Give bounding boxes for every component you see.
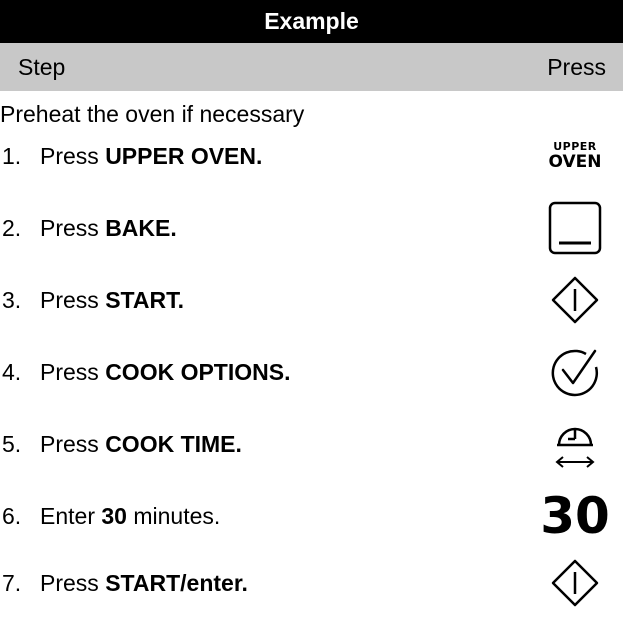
step-key: COOK OPTIONS. <box>105 359 291 385</box>
step-number: 7. <box>2 570 22 596</box>
step-key: START. <box>105 287 184 313</box>
step-text: 5. Press COOK TIME. <box>0 408 242 480</box>
upper-oven-key: UPPER OVEN <box>530 120 620 192</box>
step-verb: Press <box>40 143 106 169</box>
step-row-5: 5. Press COOK TIME. <box>0 408 623 480</box>
instruction-table: Example Step Press Preheat the oven if n… <box>0 0 623 608</box>
step-verb: Press <box>40 359 106 385</box>
cook-time-key <box>530 408 620 480</box>
cook-options-key <box>530 336 620 408</box>
step-suffix: minutes. <box>126 503 221 529</box>
step-number: 2. <box>2 215 22 241</box>
step-number: 3. <box>2 287 22 313</box>
column-header-press: Press <box>547 54 606 80</box>
step-verb: Press <box>40 570 106 596</box>
step-number: 1. <box>2 143 22 169</box>
step-row-7: 7. Press START/enter. <box>0 547 623 619</box>
step-row-2: 2. Press BAKE. <box>0 192 623 264</box>
step-number: 5. <box>2 431 22 457</box>
start-key <box>530 264 620 336</box>
step-text: 3. Press START. <box>0 264 184 336</box>
upper-oven-label-line-2: OVEN <box>548 152 602 172</box>
number-30-label: 30 <box>540 487 610 545</box>
step-key: 30 <box>101 503 127 529</box>
bake-key <box>530 192 620 264</box>
column-header-step: Step <box>18 54 66 80</box>
step-row-3: 3. Press START. <box>0 264 623 336</box>
start-icon <box>551 276 599 324</box>
number-entry-key: 30 <box>530 480 620 552</box>
start-enter-key <box>530 547 620 619</box>
step-number: 6. <box>2 503 22 529</box>
step-key: COOK TIME. <box>105 431 242 457</box>
step-key: BAKE. <box>105 215 177 241</box>
step-text: 7. Press START/enter. <box>0 547 248 619</box>
step-key: UPPER OVEN. <box>105 143 263 169</box>
upper-oven-label-line-1: UPPER <box>553 140 597 153</box>
table-title: Example <box>0 0 623 43</box>
step-row-6: 6. Enter 30 minutes. 30 <box>0 480 623 552</box>
step-key: START/enter. <box>105 570 248 596</box>
step-verb: Enter <box>40 503 102 529</box>
step-row-1: 1. Press UPPER OVEN. UPPER OVEN <box>0 120 623 192</box>
step-verb: Press <box>40 287 106 313</box>
cook-options-icon <box>551 349 599 397</box>
upper-oven-label-icon: UPPER OVEN <box>549 141 602 171</box>
step-verb: Press <box>40 431 106 457</box>
step-number: 4. <box>2 359 22 385</box>
step-row-4: 4. Press COOK OPTIONS. <box>0 336 623 408</box>
cook-time-icon <box>555 427 595 468</box>
step-verb: Press <box>40 215 106 241</box>
bake-icon <box>548 201 602 255</box>
step-text: 2. Press BAKE. <box>0 192 177 264</box>
step-text: 4. Press COOK OPTIONS. <box>0 336 290 408</box>
step-text: 1. Press UPPER OVEN. <box>0 120 262 192</box>
step-text: 6. Enter 30 minutes. <box>0 480 220 552</box>
column-header-row: Step Press <box>0 43 623 91</box>
start-enter-icon <box>551 559 599 607</box>
